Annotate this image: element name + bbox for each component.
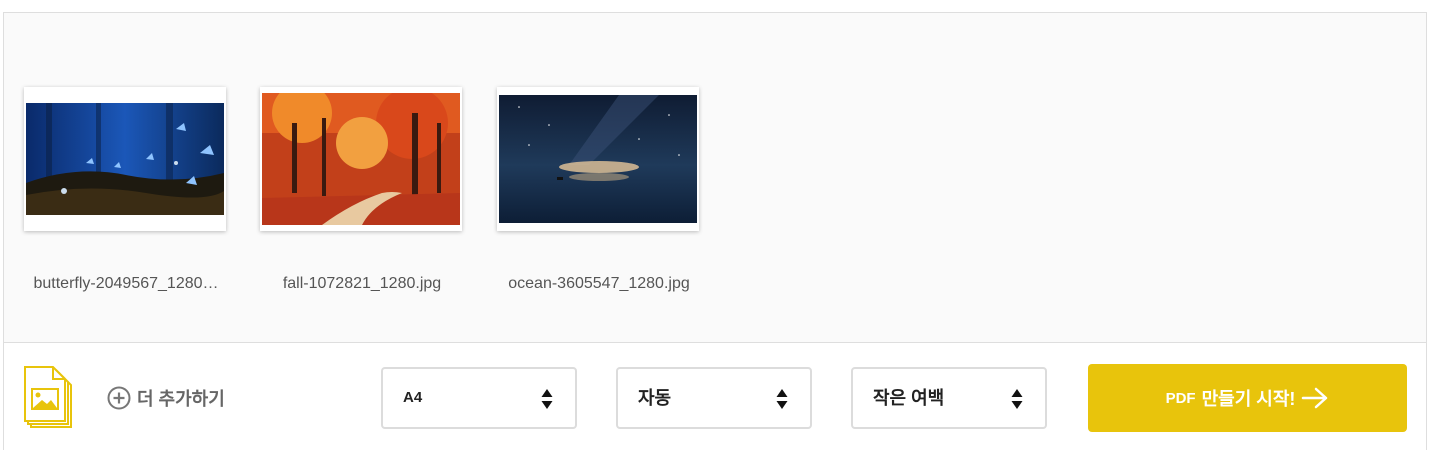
create-pdf-label: 만들기 시작! <box>1201 389 1296 409</box>
fall-thumbnail <box>262 93 460 225</box>
orientation-value: 자동 <box>638 388 672 408</box>
margin-select[interactable]: 작은 여백 <box>851 367 1047 429</box>
page-size-value: A4 <box>403 389 423 406</box>
file-card[interactable]: ocean-3605547_1280.jpg <box>497 87 707 292</box>
thumbnail-frame <box>260 87 462 231</box>
converter-panel: butterfly-2049567_1280… fall-1072821_128… <box>3 12 1427 451</box>
thumbnail-frame <box>24 87 226 231</box>
create-pdf-button[interactable]: PDF 만들기 시작! <box>1088 364 1407 432</box>
ocean-thumbnail <box>499 95 697 223</box>
create-pdf-prefix: PDF <box>1165 389 1196 407</box>
file-card[interactable]: fall-1072821_1280.jpg <box>260 87 470 292</box>
select-arrows-icon <box>541 389 553 409</box>
document-image-icon <box>24 366 72 428</box>
file-name: butterfly-2049567_1280… <box>33 275 219 292</box>
file-gallery: butterfly-2049567_1280… fall-1072821_128… <box>4 13 1426 342</box>
thumbnail-frame <box>497 87 699 231</box>
add-more-label: 더 추가하기 <box>137 389 225 409</box>
orientation-select[interactable]: 자동 <box>616 367 812 429</box>
options-toolbar: 더 추가하기 A4 자동 작은 여백 PDF 만들기 시작! <box>4 342 1426 451</box>
select-arrows-icon <box>776 389 788 409</box>
file-name: ocean-3605547_1280.jpg <box>508 275 690 292</box>
margin-value: 작은 여백 <box>873 388 945 408</box>
file-card[interactable]: butterfly-2049567_1280… <box>24 87 234 292</box>
butterfly-thumbnail <box>26 103 224 215</box>
file-name: fall-1072821_1280.jpg <box>282 275 442 292</box>
page-size-select[interactable]: A4 <box>381 367 577 429</box>
arrow-right-icon <box>1302 387 1328 409</box>
select-arrows-icon <box>1011 389 1023 409</box>
add-more-button[interactable]: 더 추가하기 <box>107 385 225 411</box>
plus-circle-icon <box>107 386 131 410</box>
